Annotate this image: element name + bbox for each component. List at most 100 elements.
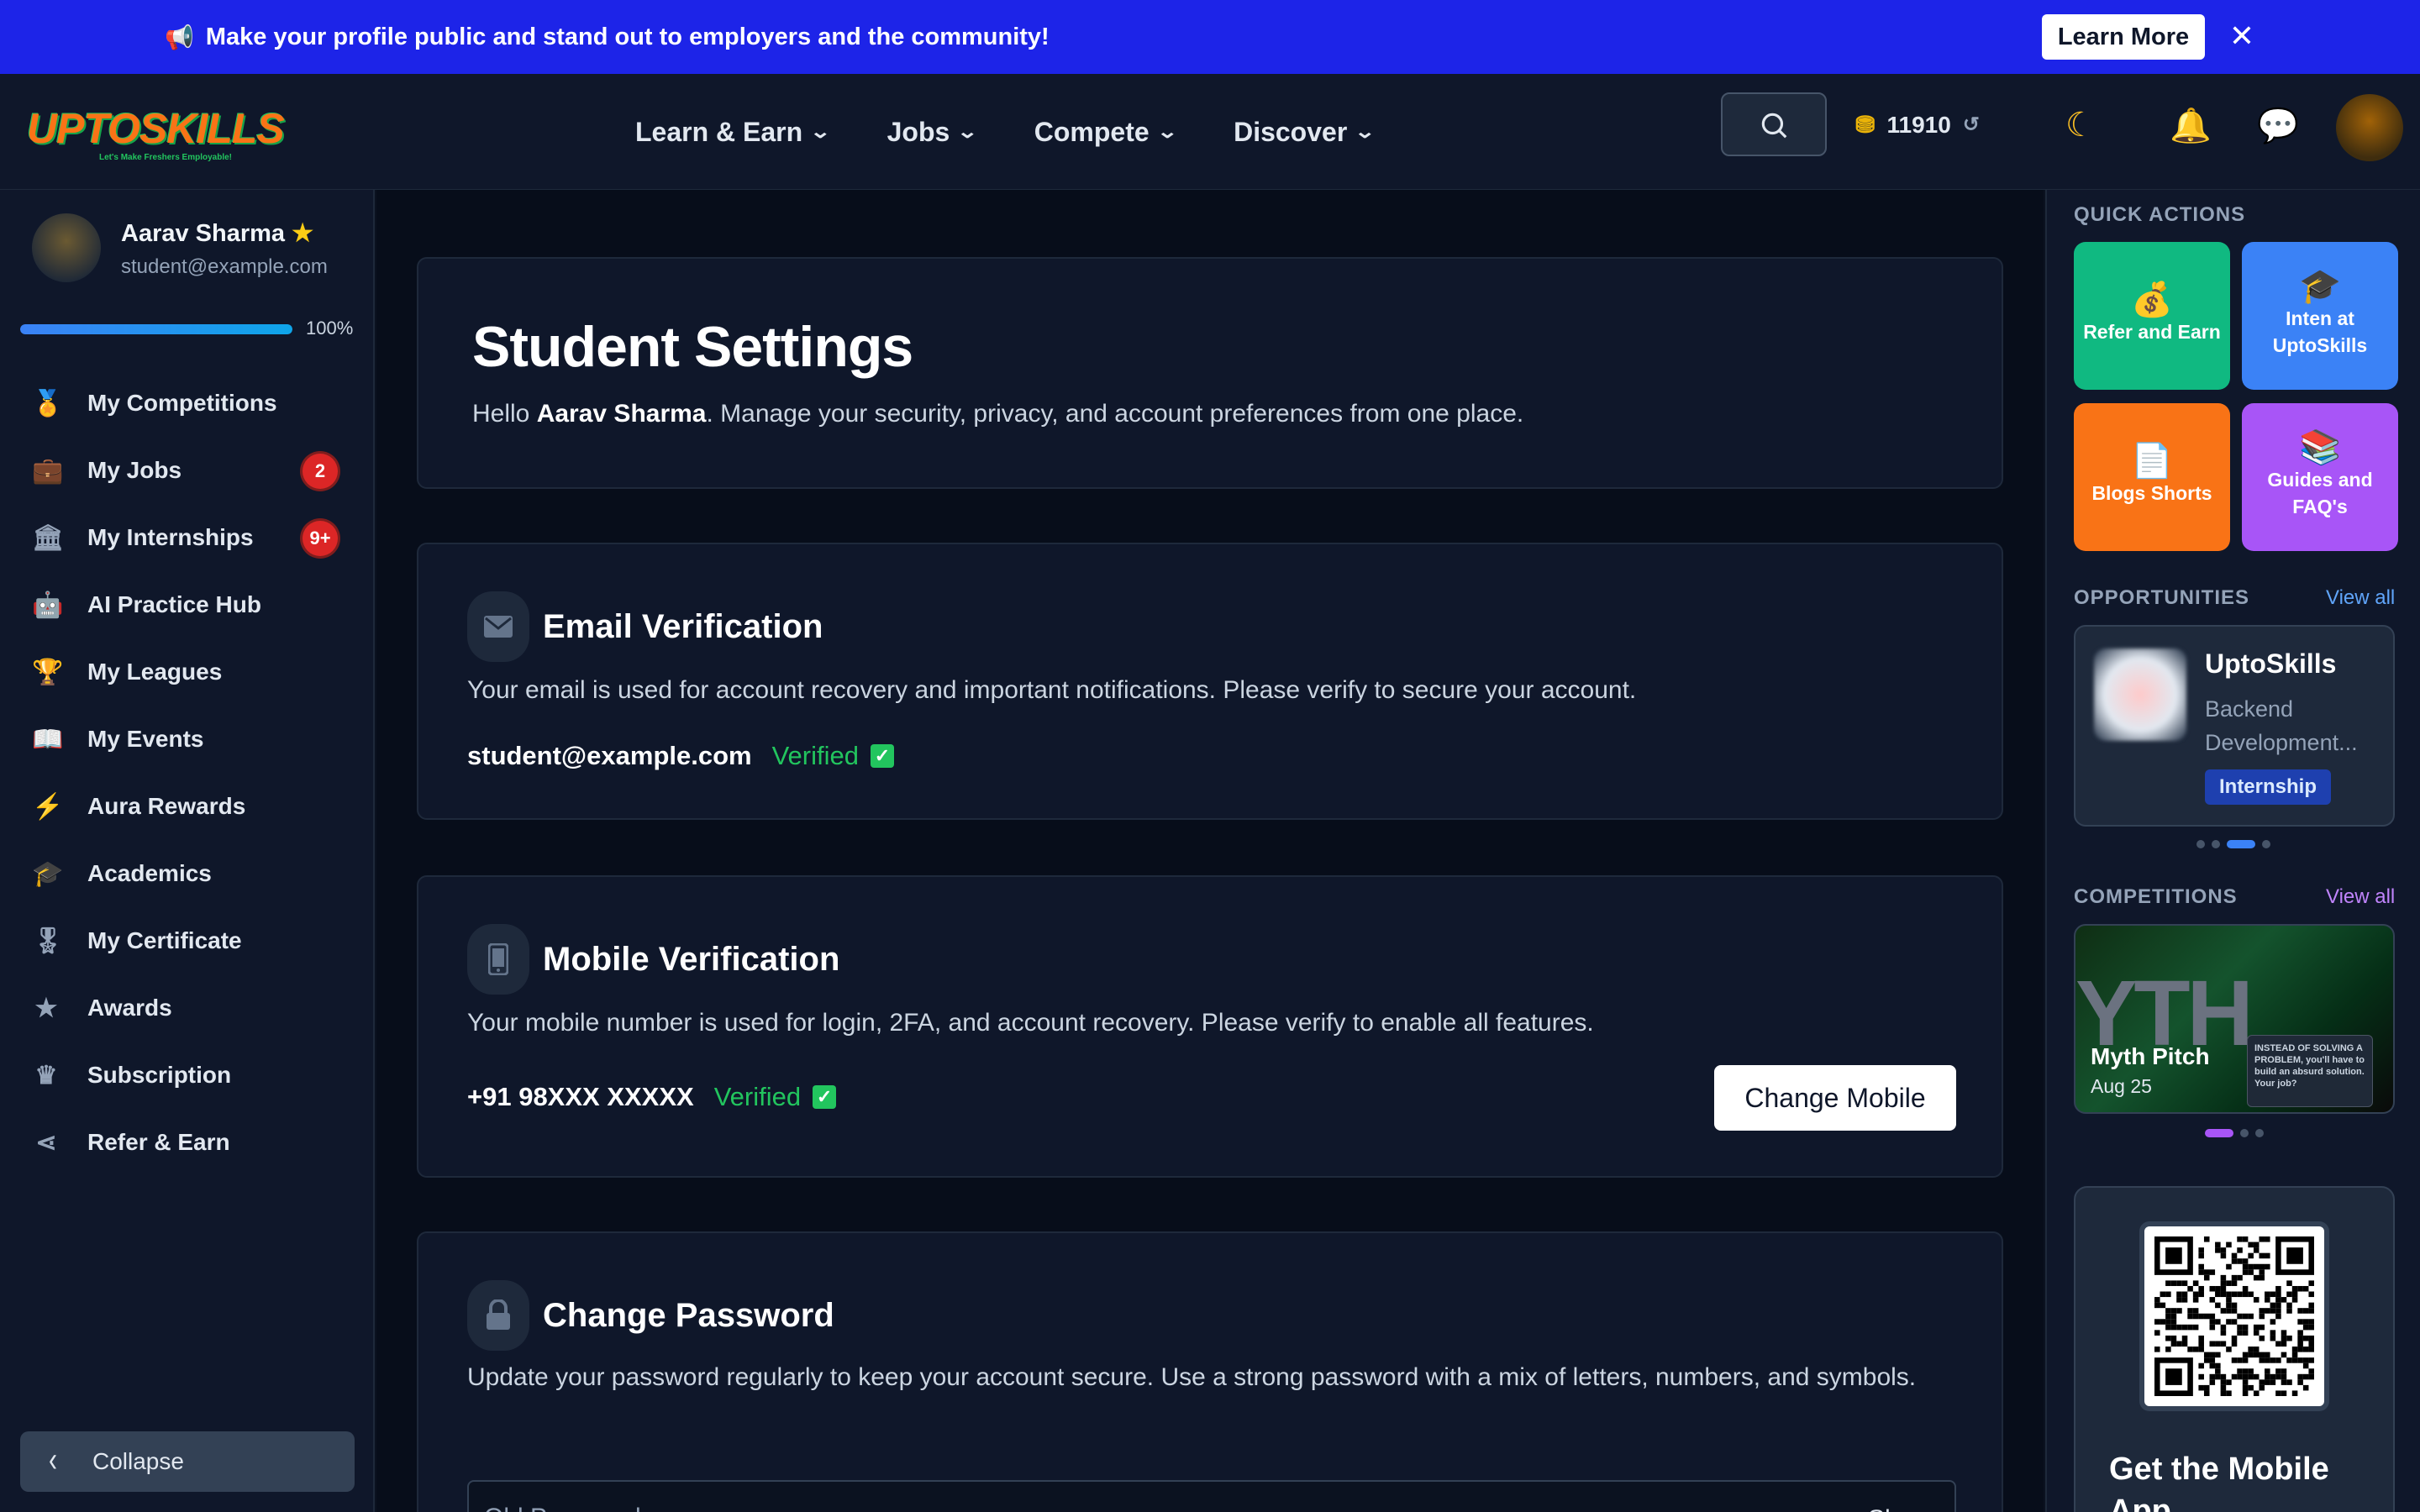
sidebar-item-my-certificate[interactable]: 🎖 My Certificate bbox=[0, 907, 375, 974]
nav-label: Discover bbox=[1234, 116, 1348, 147]
bolt-icon: ⚡ bbox=[32, 793, 64, 821]
nav-label: Learn & Earn bbox=[635, 116, 803, 147]
sidebar-item-label: Awards bbox=[87, 995, 172, 1021]
page-title: Student Settings bbox=[472, 315, 913, 379]
mobile-verified-status: Verified bbox=[713, 1082, 802, 1111]
logo-text: UPTOSKILLS bbox=[27, 105, 285, 152]
competition-card[interactable]: YTH INSTEAD OF SOLVING A PROBLEM, you'll… bbox=[2074, 924, 2395, 1114]
quick-actions-heading: QUICK ACTIONS bbox=[2074, 203, 2246, 226]
sidebar-item-label: My Jobs bbox=[87, 457, 182, 483]
mobile-section-header: Mobile Verification bbox=[467, 924, 839, 995]
sidebar-item-aura-rewards[interactable]: ⚡ Aura Rewards bbox=[0, 773, 375, 840]
change-mobile-button[interactable]: Change Mobile bbox=[1714, 1065, 1956, 1131]
sidebar-item-awards[interactable]: ★ Awards bbox=[0, 974, 375, 1042]
coin-balance[interactable]: ⛃ 11910 ↺ bbox=[1855, 111, 1980, 139]
opportunity-carousel-dots bbox=[2196, 840, 2277, 848]
mobile-app-title: Get the Mobile App bbox=[2109, 1452, 2329, 1512]
nav-label: Jobs bbox=[886, 116, 950, 147]
quick-action-guides[interactable]: 📚 Guides and FAQ's bbox=[2242, 403, 2398, 551]
share-icon: ⋖ bbox=[35, 1129, 57, 1157]
top-navigation: UPTOSKILLS Let's Make Freshers Employabl… bbox=[0, 74, 2420, 190]
close-icon[interactable]: ✕ bbox=[2225, 15, 2259, 57]
sidebar-item-refer-earn[interactable]: ⋖ Refer & Earn bbox=[0, 1109, 375, 1176]
book-icon: 📖 bbox=[32, 726, 64, 753]
logo[interactable]: UPTOSKILLS Let's Make Freshers Employabl… bbox=[27, 104, 285, 162]
mobile-value: +91 98XXX XXXXX bbox=[467, 1082, 694, 1111]
lock-icon bbox=[467, 1280, 529, 1351]
chevron-down-icon: ⌄ bbox=[1354, 121, 1376, 142]
quick-action-label: Blogs Shorts bbox=[2091, 482, 2212, 504]
building-icon: 🏛 bbox=[32, 524, 65, 552]
chat-icon[interactable]: 💬 bbox=[2257, 106, 2299, 145]
carousel-dot[interactable] bbox=[2196, 840, 2205, 848]
opportunities-view-all-link[interactable]: View all bbox=[2326, 586, 2395, 610]
certificate-icon: 🎖 bbox=[32, 927, 65, 955]
chevron-down-icon: ⌄ bbox=[1155, 121, 1178, 142]
collapse-label: Collapse bbox=[92, 1448, 184, 1474]
user-name: Aarav Sharma ★ bbox=[121, 218, 313, 248]
sidebar-item-label: My Internships bbox=[87, 524, 254, 550]
profile-summary[interactable]: Aarav Sharma ★ student@example.com bbox=[32, 213, 368, 289]
nav-discover[interactable]: Discover ⌄ bbox=[1234, 116, 1376, 148]
sidebar-item-label: My Events bbox=[87, 726, 204, 752]
opportunities-heading: OPPORTUNITIES bbox=[2074, 586, 2250, 609]
email-value: student@example.com bbox=[467, 741, 752, 770]
chevron-down-icon: ⌄ bbox=[809, 121, 832, 142]
carousel-dot-active[interactable] bbox=[2227, 840, 2255, 848]
nav-compete[interactable]: Compete ⌄ bbox=[1034, 117, 1178, 148]
moon-icon[interactable]: ☾ bbox=[2065, 106, 2096, 144]
check-icon: ✓ bbox=[871, 744, 894, 768]
profile-progress-bar bbox=[20, 324, 292, 334]
sidebar-item-label: Refer & Earn bbox=[87, 1129, 230, 1155]
avatar bbox=[32, 213, 101, 282]
money-bag-icon: 💰 bbox=[2131, 281, 2173, 318]
sidebar-item-my-jobs[interactable]: 💼 My Jobs 2 bbox=[0, 437, 375, 504]
bell-icon[interactable]: 🔔 bbox=[2170, 106, 2212, 145]
sidebar-item-academics[interactable]: 🎓 Academics bbox=[0, 840, 375, 907]
competition-date: Aug 25 bbox=[2091, 1075, 2152, 1097]
company-logo bbox=[2094, 648, 2186, 741]
nav-learn-earn[interactable]: Learn & Earn ⌄ bbox=[635, 116, 832, 148]
old-password-input[interactable]: Old Password Show bbox=[467, 1480, 1956, 1512]
carousel-dot[interactable] bbox=[2212, 840, 2220, 848]
star-icon: ★ bbox=[292, 220, 314, 247]
carousel-dot[interactable] bbox=[2255, 1129, 2264, 1137]
opportunity-card[interactable]: UptoSkills Backend Development... Intern… bbox=[2074, 625, 2395, 827]
show-password-toggle[interactable]: Show bbox=[1868, 1505, 1931, 1512]
megaphone-icon: 📢 bbox=[165, 24, 194, 50]
sidebar-item-my-competitions[interactable]: 🏅 My Competitions bbox=[0, 370, 375, 437]
quick-action-blogs[interactable]: 📄 Blogs Shorts bbox=[2074, 403, 2230, 551]
sidebar-item-label: My Certificate bbox=[87, 927, 242, 953]
carousel-dot-active[interactable] bbox=[2205, 1129, 2233, 1137]
nav-jobs[interactable]: Jobs ⌄ bbox=[886, 116, 979, 148]
qr-code bbox=[2139, 1221, 2329, 1411]
quick-action-refer-earn[interactable]: 💰 Refer and Earn bbox=[2074, 242, 2230, 390]
sidebar-item-my-events[interactable]: 📖 My Events bbox=[0, 706, 375, 773]
chevron-down-icon: ⌄ bbox=[956, 121, 979, 142]
document-icon: 📄 bbox=[2131, 443, 2173, 480]
graduation-cap-icon: 🎓 bbox=[2299, 268, 2341, 305]
competition-carousel-dots bbox=[2205, 1129, 2270, 1137]
quick-action-intern[interactable]: 🎓 Inten at UptoSkills bbox=[2242, 242, 2398, 390]
avatar[interactable] bbox=[2336, 94, 2403, 161]
crown-icon: ♛ bbox=[34, 1062, 58, 1089]
sidebar-item-my-internships[interactable]: 🏛 My Internships 9+ bbox=[0, 504, 375, 571]
learn-more-button[interactable]: Learn More bbox=[2042, 14, 2205, 60]
email-section-title: Email Verification bbox=[543, 607, 823, 645]
sidebar-item-subscription[interactable]: ♛ Subscription bbox=[0, 1042, 375, 1109]
sidebar-item-my-leagues[interactable]: 🏆 My Leagues bbox=[0, 638, 375, 706]
carousel-dot[interactable] bbox=[2262, 840, 2270, 848]
check-icon: ✓ bbox=[813, 1085, 837, 1109]
competitions-view-all-link[interactable]: View all bbox=[2326, 885, 2395, 909]
medal-icon: 🏅 bbox=[32, 390, 64, 417]
star-icon: ★ bbox=[34, 995, 58, 1022]
carousel-dot[interactable] bbox=[2240, 1129, 2249, 1137]
search-button[interactable] bbox=[1721, 92, 1827, 156]
collapse-button[interactable]: ‹ Collapse bbox=[20, 1431, 355, 1492]
sidebar-item-ai-practice-hub[interactable]: 🤖 AI Practice Hub bbox=[0, 571, 375, 638]
coin-count: 11910 bbox=[1886, 111, 1951, 138]
sidebar-menu: 🏅 My Competitions 💼 My Jobs 2 🏛 My Internshi… bbox=[0, 370, 375, 1176]
quick-action-label: Guides and FAQ's bbox=[2267, 469, 2373, 517]
sidebar-item-label: My Leagues bbox=[87, 659, 223, 685]
graduation-cap-icon: 🎓 bbox=[32, 860, 64, 888]
